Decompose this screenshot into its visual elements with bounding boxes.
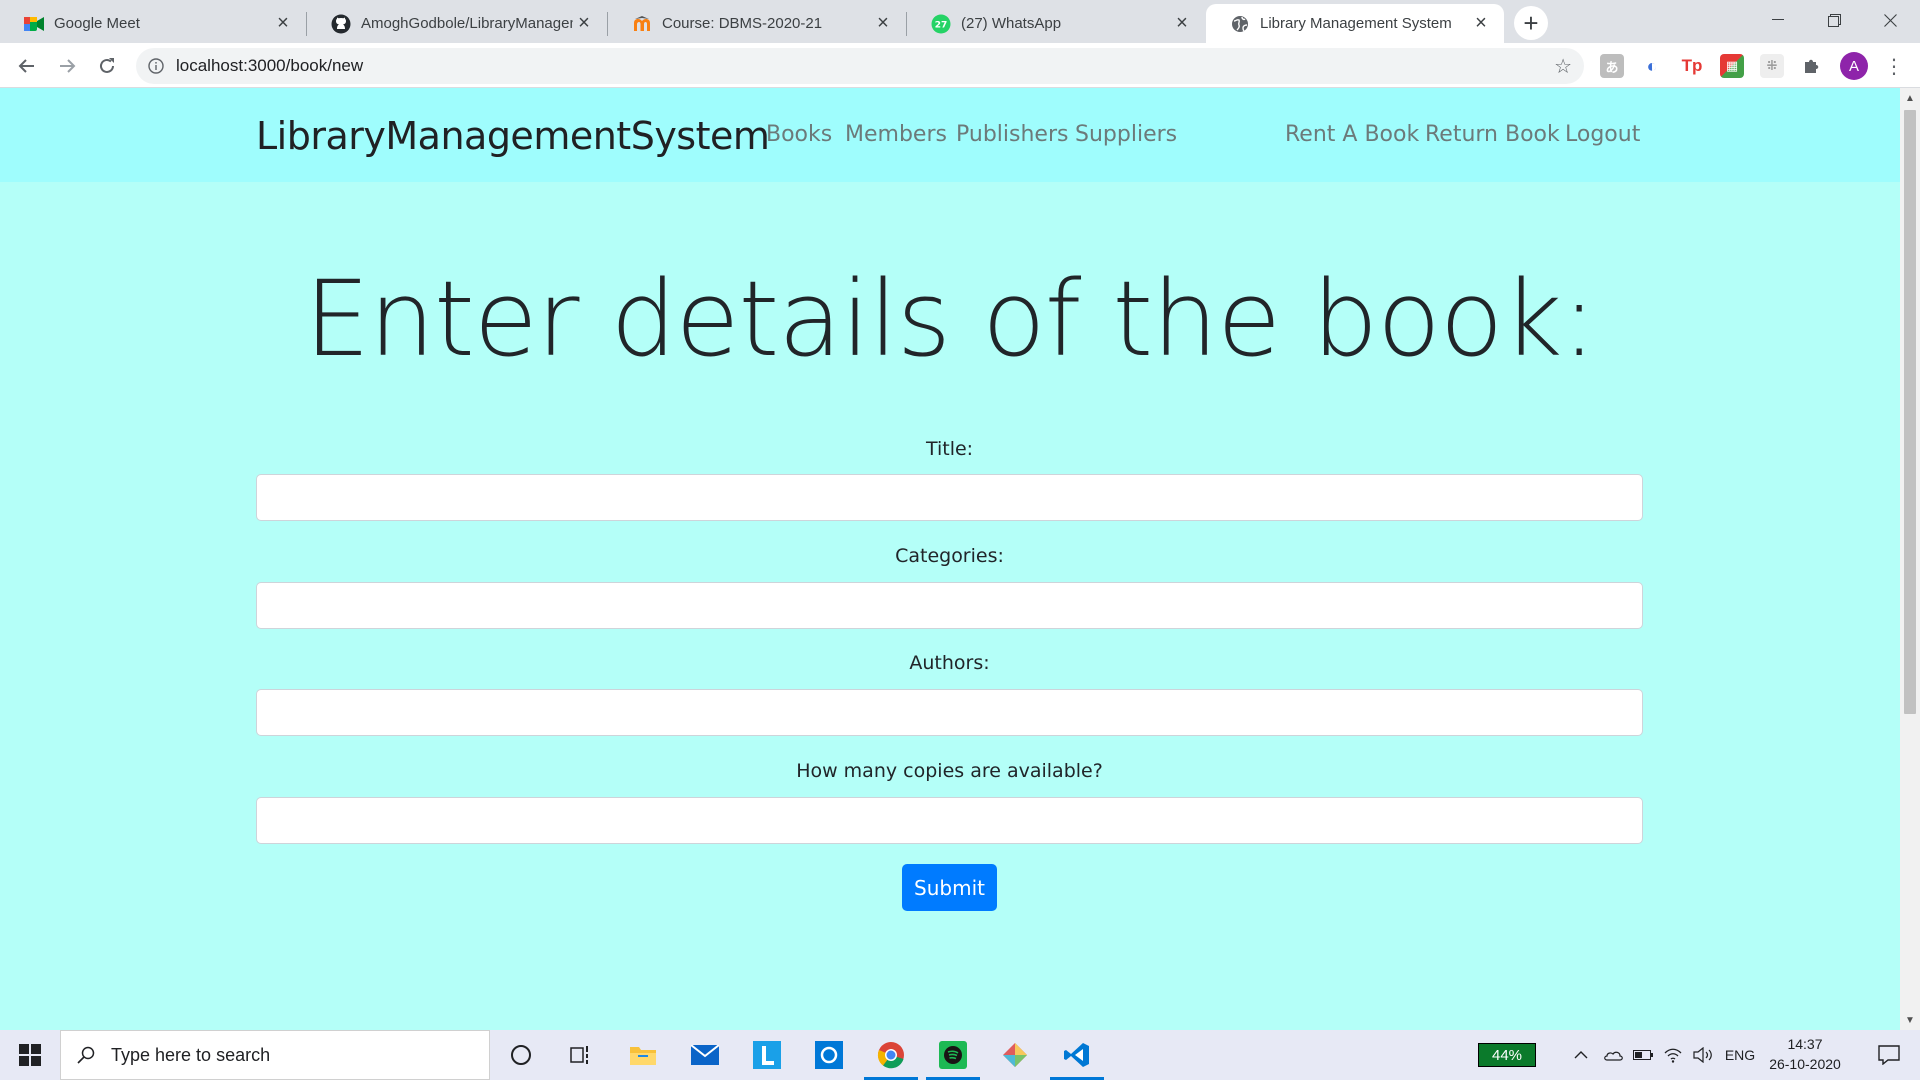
tab-moodle-course[interactable]: Course: DBMS-2020-21 × — [608, 4, 906, 43]
tab-title: (27) WhatsApp — [961, 15, 1062, 32]
url-text: localhost:3000/book/new — [176, 56, 364, 75]
profile-avatar[interactable]: A — [1840, 52, 1868, 80]
onedrive-cloud-icon[interactable] — [1598, 1030, 1628, 1080]
authors-input[interactable] — [256, 689, 1643, 736]
notification-center-icon[interactable] — [1864, 1030, 1914, 1080]
close-tab-icon[interactable]: × — [872, 12, 894, 35]
nav-link-return-book[interactable]: Return Book — [1425, 122, 1560, 147]
forward-arrow-icon[interactable] — [50, 49, 84, 83]
close-tab-icon[interactable]: × — [573, 12, 595, 35]
taskbar-clock[interactable]: 14:37 26-10-2020 — [1760, 1034, 1850, 1074]
spotify-icon[interactable] — [922, 1030, 984, 1080]
title-label: Title: — [925, 438, 974, 460]
whatsapp-icon: 27 — [931, 14, 951, 34]
tp-extension-icon[interactable]: Tp — [1680, 54, 1704, 78]
battery-percent-widget[interactable]: 44% — [1478, 1043, 1536, 1067]
browser-toolbar: localhost:3000/book/new ☆ あ ◐ Tp ▦ ⁜ — [0, 43, 1920, 88]
show-hidden-icons-chevron-up-icon[interactable] — [1566, 1030, 1596, 1080]
close-window-button[interactable] — [1862, 0, 1918, 40]
nav-link-members[interactable]: Members — [845, 122, 947, 147]
categories-input[interactable] — [256, 582, 1643, 629]
search-icon — [61, 1046, 111, 1064]
translate-extension-icon[interactable]: あ — [1600, 54, 1624, 78]
categories-label: Categories: — [895, 545, 1004, 567]
tab-title: Library Management System — [1260, 15, 1452, 32]
search-placeholder: Type here to search — [111, 1044, 271, 1065]
nav-link-rent-a-book[interactable]: Rent A Book — [1285, 122, 1419, 147]
battery-icon[interactable] — [1628, 1030, 1658, 1080]
reload-icon[interactable] — [90, 49, 124, 83]
tab-whatsapp[interactable]: 27 (27) WhatsApp × — [907, 4, 1205, 43]
nav-link-suppliers[interactable]: Suppliers — [1075, 122, 1177, 147]
cortana-app-icon[interactable] — [798, 1030, 860, 1080]
cortana-icon[interactable] — [490, 1030, 552, 1080]
web-page: LibraryManagementSystem Books Members Pu… — [0, 88, 1900, 1030]
authors-label: Authors: — [909, 652, 990, 674]
page-title: Enter details of the book: — [304, 258, 1596, 380]
tab-title: Course: DBMS-2020-21 — [662, 15, 823, 32]
nav-link-books[interactable]: Books — [766, 122, 832, 147]
tab-title: AmoghGodbole/LibraryManagem — [361, 15, 573, 32]
mail-icon[interactable] — [674, 1030, 736, 1080]
copies-input[interactable] — [256, 797, 1643, 844]
file-explorer-icon[interactable] — [612, 1030, 674, 1080]
l-app-icon[interactable] — [736, 1030, 798, 1080]
close-tab-icon[interactable]: × — [1171, 12, 1193, 35]
wifi-icon[interactable] — [1658, 1030, 1688, 1080]
bookmark-star-icon[interactable]: ☆ — [1554, 54, 1572, 79]
scroll-up-arrow-icon[interactable]: ▲ — [1900, 88, 1920, 108]
browser-menu-icon[interactable]: ⋮ — [1884, 52, 1904, 80]
browser-tab-strip: Google Meet × AmoghGodbole/LibraryManage… — [0, 0, 1920, 43]
whatsapp-badge-count: 27 — [935, 20, 948, 30]
google-meet-icon — [24, 14, 44, 34]
restore-window-button[interactable] — [1806, 0, 1862, 40]
page-scrollbar[interactable]: ▲ ▼ — [1900, 88, 1920, 1030]
title-input[interactable] — [256, 474, 1643, 521]
site-navbar: LibraryManagementSystem Books Members Pu… — [0, 88, 1900, 182]
clock-time: 14:37 — [1787, 1036, 1823, 1052]
nav-link-publishers[interactable]: Publishers — [956, 122, 1068, 147]
windows-taskbar: Type here to search 44% ENG 14:37 26-10-… — [0, 1030, 1920, 1080]
sync-extension-icon[interactable]: ◐ — [1640, 54, 1664, 78]
address-bar[interactable]: localhost:3000/book/new ☆ — [136, 48, 1584, 84]
tab-google-meet[interactable]: Google Meet × — [0, 4, 306, 43]
new-tab-button[interactable]: + — [1514, 6, 1548, 40]
site-info-icon[interactable] — [136, 58, 176, 74]
close-tab-icon[interactable]: × — [272, 12, 294, 35]
scrollbar-thumb[interactable] — [1904, 110, 1916, 714]
tab-library-management-system[interactable]: Library Management System × — [1206, 4, 1504, 43]
moodle-icon — [632, 14, 652, 34]
site-brand-link[interactable]: LibraryManagementSystem — [256, 114, 770, 158]
github-icon — [331, 14, 351, 34]
language-indicator[interactable]: ENG — [1720, 1030, 1760, 1080]
close-tab-icon[interactable]: × — [1470, 12, 1492, 35]
nav-link-logout[interactable]: Logout — [1565, 122, 1640, 147]
color-extension-icon[interactable]: ▦ — [1720, 54, 1744, 78]
tab-github[interactable]: AmoghGodbole/LibraryManagem × — [307, 4, 607, 43]
globe-icon — [1230, 14, 1250, 34]
tab-title: Google Meet — [54, 15, 140, 32]
scroll-down-arrow-icon[interactable]: ▼ — [1900, 1010, 1920, 1030]
clock-date: 26-10-2020 — [1769, 1056, 1841, 1072]
minimize-window-button[interactable] — [1750, 0, 1806, 40]
windows-start-icon[interactable] — [0, 1030, 60, 1080]
vscode-icon[interactable] — [1046, 1030, 1108, 1080]
puzzle-icon[interactable] — [1800, 54, 1824, 78]
taskbar-search-box[interactable]: Type here to search — [60, 1030, 490, 1080]
gitkraken-icon[interactable] — [984, 1030, 1046, 1080]
copies-label: How many copies are available? — [796, 760, 1103, 782]
volume-icon[interactable] — [1688, 1030, 1718, 1080]
submit-button[interactable]: Submit — [902, 864, 997, 911]
chrome-icon[interactable] — [860, 1030, 922, 1080]
back-arrow-icon[interactable] — [10, 49, 44, 83]
grid-extension-icon[interactable]: ⁜ — [1760, 54, 1784, 78]
task-view-icon[interactable] — [550, 1030, 612, 1080]
